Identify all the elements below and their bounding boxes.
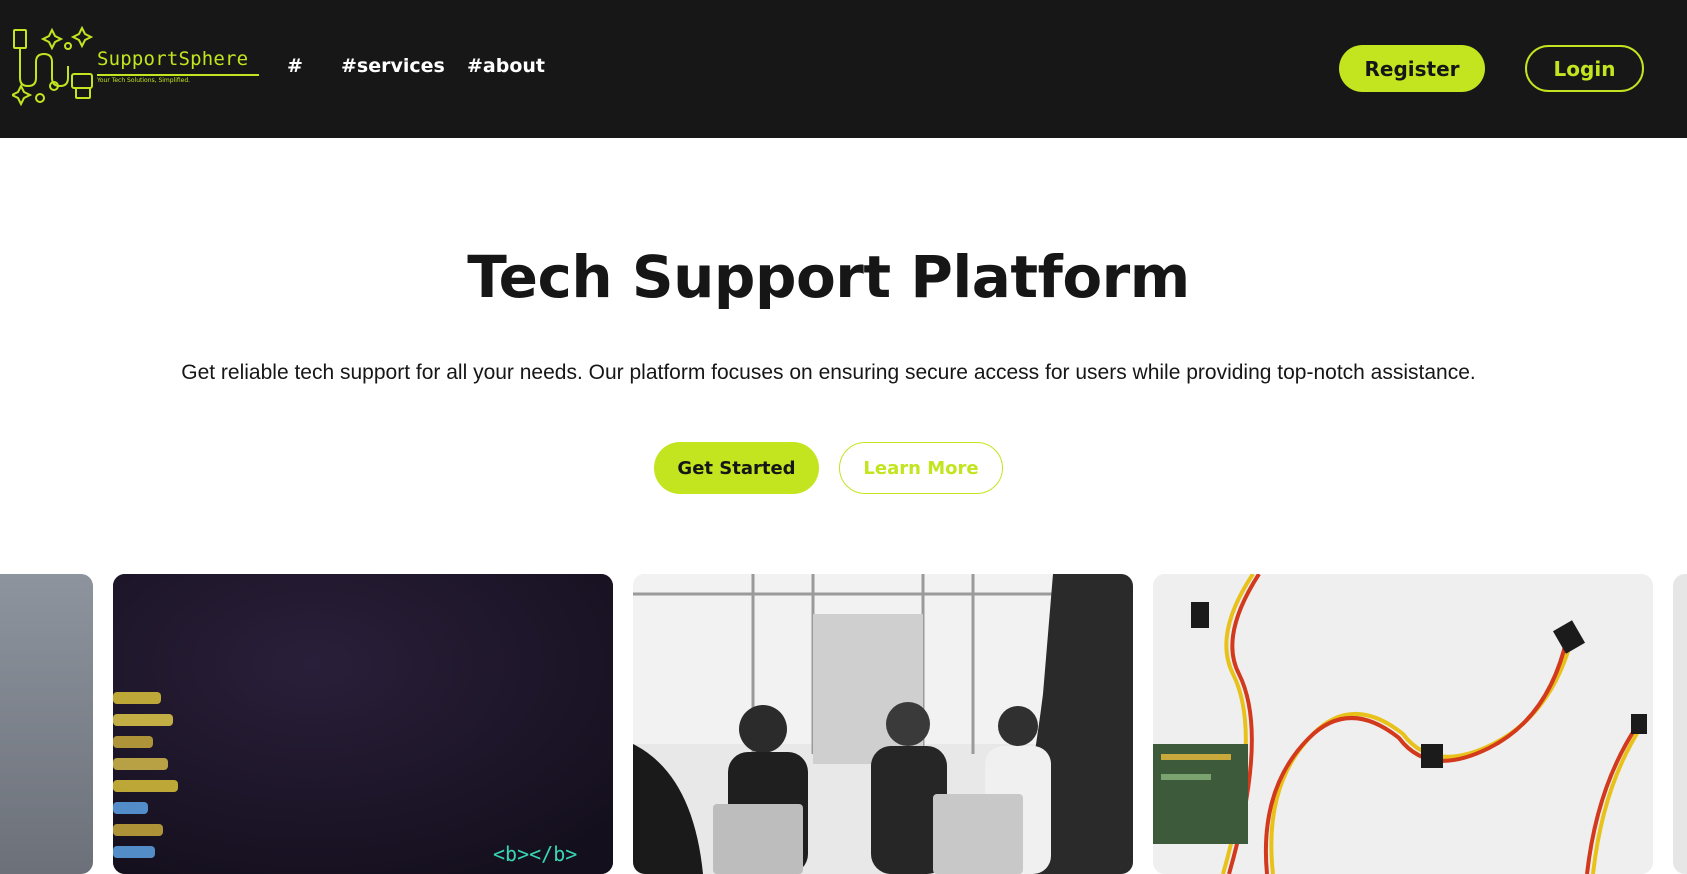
nav-link-about[interactable]: #about — [467, 55, 545, 77]
gallery-card-meeting — [633, 574, 1133, 874]
nav-link-services[interactable]: #services — [341, 55, 445, 77]
register-button[interactable]: Register — [1339, 45, 1485, 92]
navbar: SupportSphere Your Tech Solutions, Simpl… — [0, 0, 1687, 138]
learn-more-button[interactable]: Learn More — [839, 442, 1003, 494]
get-started-button[interactable]: Get Started — [654, 442, 819, 494]
brand-logo[interactable]: SupportSphere Your Tech Solutions, Simpl… — [12, 26, 259, 110]
code-screen-image: <b></b> — [113, 574, 613, 874]
colored-wires-image — [1153, 574, 1653, 874]
hero-title: Tech Support Platform — [467, 243, 1190, 311]
team-meeting-image — [633, 574, 1133, 874]
circuit-logo-icon — [12, 26, 94, 107]
code-snippet-text: <b></b> — [493, 842, 577, 866]
nav-link-home[interactable]: # — [287, 55, 303, 77]
brand-underline — [97, 74, 259, 76]
gallery-card-partial — [1673, 574, 1687, 874]
gallery-card-wires — [1153, 574, 1653, 874]
brand-tagline: Your Tech Solutions, Simplified. — [97, 77, 191, 84]
brand-name: SupportSphere — [97, 48, 249, 70]
hero-subtitle: Get reliable tech support for all your n… — [181, 361, 1476, 384]
gallery-card-code: <b></b> — [113, 574, 613, 874]
gallery-card-grey — [0, 574, 93, 874]
login-button[interactable]: Login — [1525, 45, 1644, 92]
